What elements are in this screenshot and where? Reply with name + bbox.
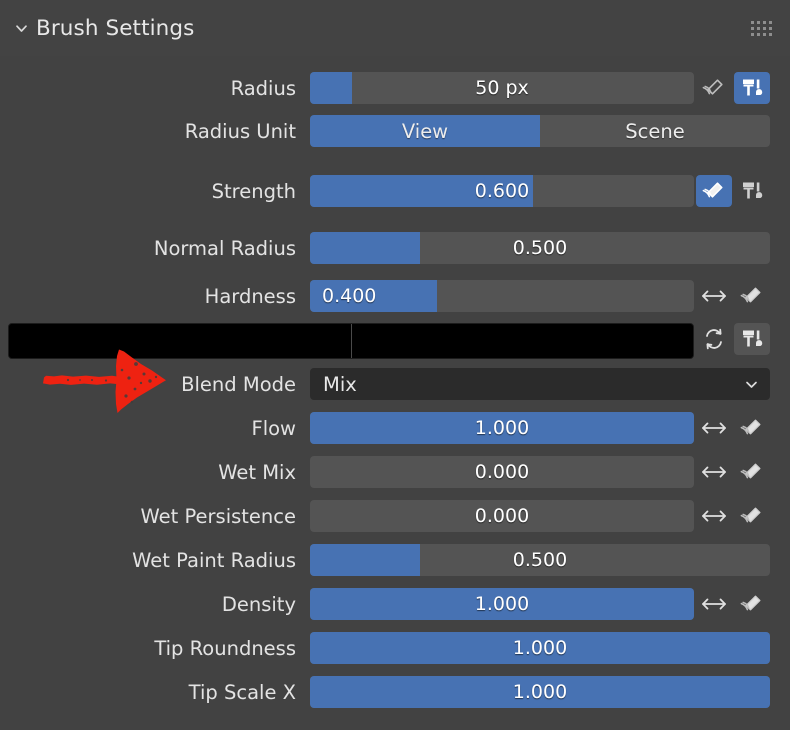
row-density: Density 1.000	[0, 588, 790, 620]
radius-unit-option-view[interactable]: View	[310, 115, 540, 147]
field-hardness: 0.400	[310, 280, 790, 312]
field-flow: 1.000	[310, 412, 790, 444]
settings-rows: Radius 50 px Radius Unit View Scene Stre…	[0, 56, 790, 730]
brush-unified-icon[interactable]	[734, 323, 770, 355]
label-density: Density	[221, 592, 296, 616]
arrows-horizontal-icon[interactable]	[696, 456, 732, 488]
normal-radius-slider[interactable]: 0.500	[310, 232, 770, 264]
field-strength: 0.600	[310, 175, 790, 207]
strength-value: 0.600	[474, 180, 530, 202]
grip-dots-icon[interactable]	[751, 20, 772, 36]
secondary-color-swatch[interactable]	[350, 324, 693, 358]
pen-pressure-icon[interactable]	[734, 280, 770, 312]
blend-mode-dropdown[interactable]: Mix	[310, 368, 770, 400]
label-hardness: Hardness	[204, 284, 296, 308]
density-slider[interactable]: 1.000	[310, 588, 694, 620]
wet-paint-radius-value: 0.500	[512, 549, 568, 571]
label-wet-persistence: Wet Persistence	[140, 504, 296, 528]
chevron-down-icon[interactable]	[10, 17, 32, 39]
row-flow: Flow 1.000	[0, 412, 790, 444]
label-blend-mode: Blend Mode	[181, 372, 296, 396]
density-value: 1.000	[474, 593, 530, 615]
label-tip-scale-x: Tip Scale X	[188, 680, 296, 704]
pen-pressure-icon[interactable]	[696, 72, 732, 104]
pen-pressure-icon[interactable]	[734, 588, 770, 620]
row-tip-roundness: Tip Roundness 1.000	[0, 632, 790, 664]
field-normal-radius: 0.500	[310, 232, 790, 264]
hardness-slider[interactable]: 0.400	[310, 280, 694, 312]
row-wet-persistence: Wet Persistence 0.000	[0, 500, 790, 532]
normal-radius-value: 0.500	[512, 237, 568, 259]
field-wet-paint-radius: 0.500	[310, 544, 790, 576]
wet-mix-value: 0.000	[474, 461, 530, 483]
flow-value: 1.000	[474, 417, 530, 439]
row-tip-scale-x: Tip Scale X 1.000	[0, 676, 790, 708]
tip-roundness-value: 1.000	[512, 637, 568, 659]
wet-mix-slider[interactable]: 0.000	[310, 456, 694, 488]
panel-header[interactable]: Brush Settings	[0, 0, 790, 56]
label-normal-radius: Normal Radius	[153, 236, 296, 260]
brush-unified-icon[interactable]	[734, 72, 770, 104]
label-tip-roundness: Tip Roundness	[154, 636, 296, 660]
label-flow: Flow	[251, 416, 296, 440]
label-strength: Strength	[211, 179, 296, 203]
field-tip-scale-x: 1.000	[310, 676, 790, 708]
row-wet-paint-radius: Wet Paint Radius 0.500	[0, 544, 790, 576]
pen-pressure-icon[interactable]	[734, 412, 770, 444]
row-radius-unit: Radius Unit View Scene	[0, 115, 790, 147]
row-blend-mode: Blend Mode Mix	[0, 368, 790, 400]
pen-pressure-icon[interactable]	[734, 456, 770, 488]
arrows-horizontal-icon[interactable]	[696, 500, 732, 532]
radius-value: 50 px	[475, 77, 529, 99]
row-brush-colors	[0, 323, 790, 359]
label-radius-unit: Radius Unit	[184, 119, 296, 143]
field-tip-roundness: 1.000	[310, 632, 790, 664]
row-wet-mix: Wet Mix 0.000	[0, 456, 790, 488]
field-brush-colors	[8, 323, 790, 359]
field-radius: 50 px	[310, 72, 790, 104]
brush-settings-panel: Brush Settings Radius 50 px Radius Unit …	[0, 0, 790, 730]
wet-paint-radius-slider[interactable]: 0.500	[310, 544, 770, 576]
label-wet-paint-radius: Wet Paint Radius	[132, 548, 296, 572]
radius-unit-toggle: View Scene	[310, 115, 770, 147]
brush-unified-icon[interactable]	[734, 175, 770, 207]
field-blend-mode: Mix	[310, 368, 790, 400]
arrows-horizontal-icon[interactable]	[696, 280, 732, 312]
pen-pressure-icon[interactable]	[696, 175, 732, 207]
pen-pressure-icon[interactable]	[734, 500, 770, 532]
arrows-horizontal-icon[interactable]	[696, 588, 732, 620]
row-normal-radius: Normal Radius 0.500	[0, 232, 790, 264]
label-radius: Radius	[230, 76, 296, 100]
primary-color-swatch[interactable]	[9, 324, 351, 358]
field-wet-persistence: 0.000	[310, 500, 790, 532]
chevron-down-icon	[743, 376, 760, 393]
row-hardness: Hardness 0.400	[0, 280, 790, 312]
wet-persistence-slider[interactable]: 0.000	[310, 500, 694, 532]
label-wet-mix: Wet Mix	[218, 460, 296, 484]
tip-scale-x-value: 1.000	[512, 681, 568, 703]
radius-slider[interactable]: 50 px	[310, 72, 694, 104]
row-strength: Strength 0.600	[0, 175, 790, 207]
tip-scale-x-slider[interactable]: 1.000	[310, 676, 770, 708]
swap-colors-icon[interactable]	[696, 323, 732, 355]
color-swatches	[8, 323, 694, 359]
field-wet-mix: 0.000	[310, 456, 790, 488]
field-radius-unit: View Scene	[310, 115, 790, 147]
hardness-value: 0.400	[322, 285, 377, 307]
flow-slider[interactable]: 1.000	[310, 412, 694, 444]
wet-persistence-value: 0.000	[474, 505, 530, 527]
page-title: Brush Settings	[36, 15, 195, 41]
field-density: 1.000	[310, 588, 790, 620]
tip-roundness-slider[interactable]: 1.000	[310, 632, 770, 664]
strength-slider[interactable]: 0.600	[310, 175, 694, 207]
blend-mode-value: Mix	[323, 372, 357, 396]
radius-unit-option-scene[interactable]: Scene	[540, 115, 770, 147]
arrows-horizontal-icon[interactable]	[696, 412, 732, 444]
row-radius: Radius 50 px	[0, 72, 790, 104]
